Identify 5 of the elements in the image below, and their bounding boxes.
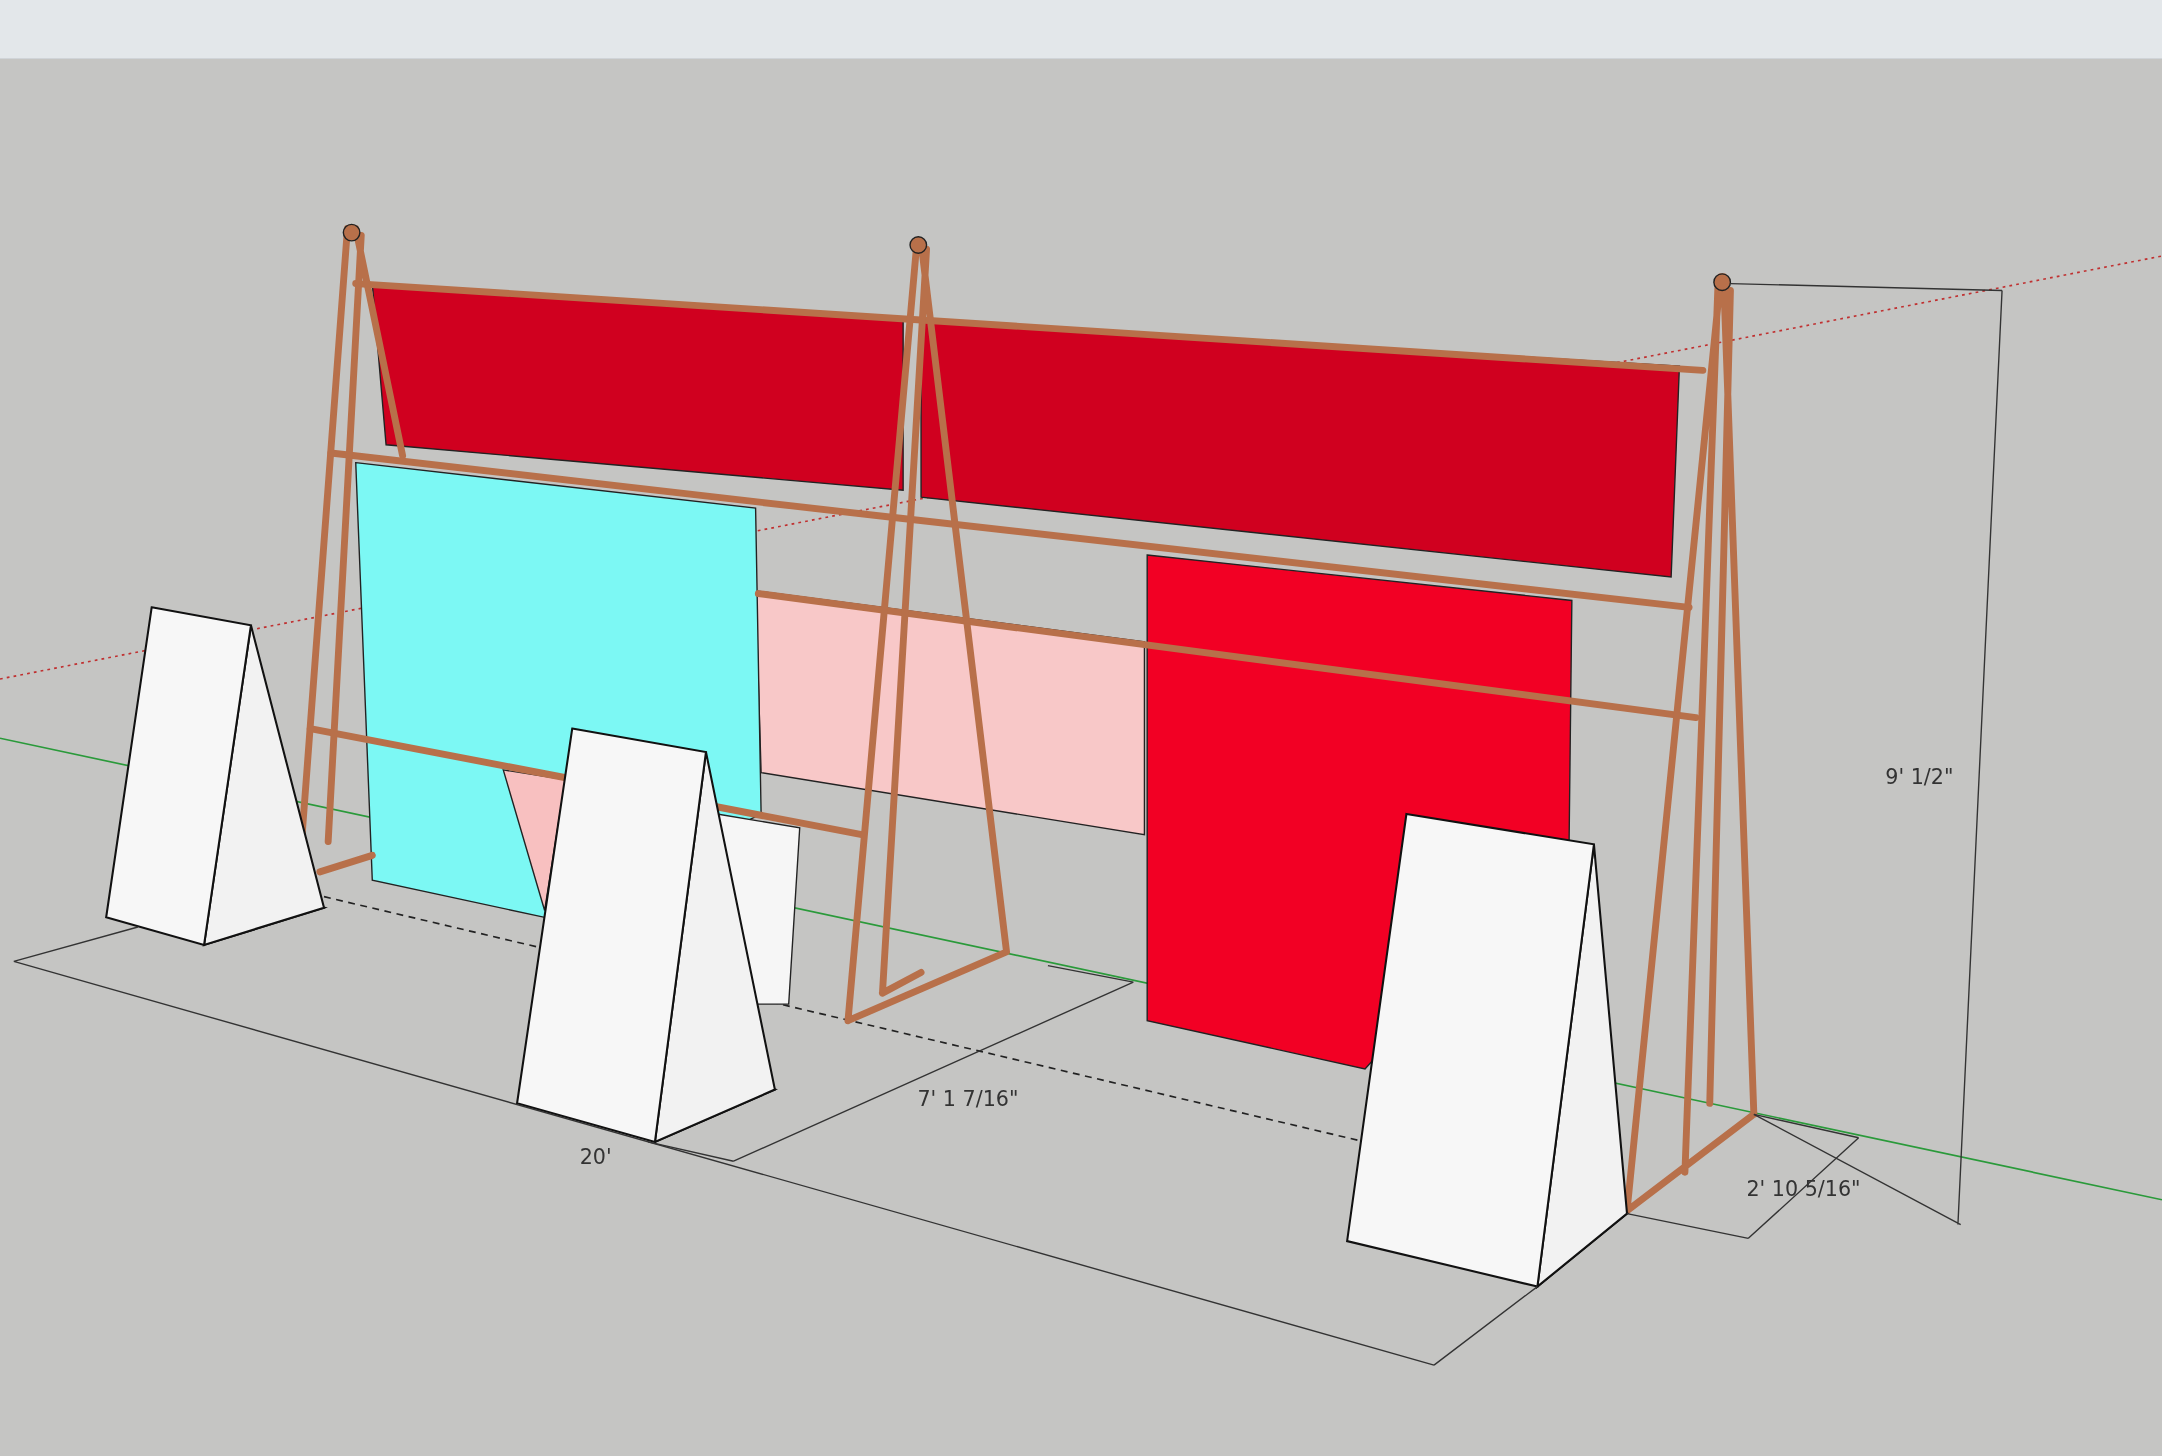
dimension-label: 9' 1/2"	[1885, 764, 1954, 789]
dimension-label: 20'	[579, 1144, 612, 1169]
dimension-label: 2' 10 5/16"	[1746, 1176, 1861, 1201]
dimension-label: 7' 1 7/16"	[917, 1087, 1019, 1112]
model-viewport[interactable]: 9' 1/2" 7' 1 7/16" 20' 2' 10 5/16"	[0, 58, 2162, 1456]
